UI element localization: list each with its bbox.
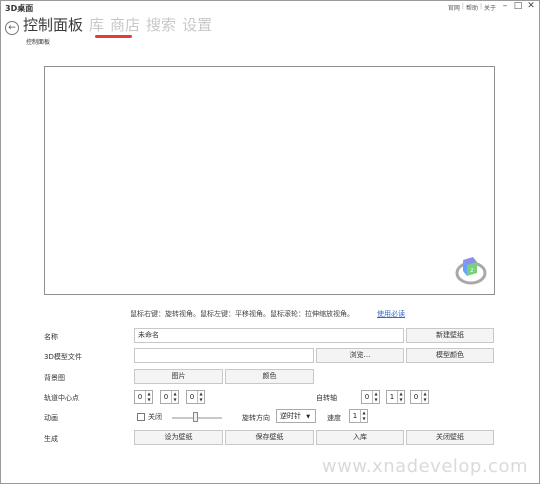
stepper-arrows-icon[interactable]: ▲ ▼ (171, 391, 178, 403)
tab-store[interactable]: 商店 (110, 14, 140, 35)
set-wallpaper-button[interactable]: 设为壁纸 (134, 430, 223, 445)
orbit-z-value: 0 (189, 393, 195, 401)
orbit-z-stepper[interactable]: 0 ▲ ▼ (186, 390, 205, 404)
close-wallpaper-button[interactable]: 关闭壁纸 (406, 430, 494, 445)
animation-off-label: 关闭 (148, 413, 162, 421)
tab-settings[interactable]: 设置 (182, 14, 212, 35)
separator: | (479, 3, 482, 10)
rotation-axis-label: 自转轴 (316, 394, 337, 402)
orbit-y-value: 0 (163, 393, 169, 401)
name-label: 名称 (44, 333, 58, 341)
rotation-direction-label: 旋转方向 (242, 414, 270, 422)
app-title: 3D桌面 (5, 4, 34, 13)
speed-value: 1 (352, 412, 358, 420)
browse-button[interactable]: 浏览... (316, 348, 404, 363)
stepper-arrows-icon[interactable]: ▲ ▼ (197, 391, 204, 403)
background-color-button[interactable]: 颜色 (225, 369, 314, 384)
stepper-arrows-icon[interactable]: ▲ ▼ (397, 391, 404, 403)
background-image-button[interactable]: 图片 (134, 369, 223, 384)
window-controls: – □ ✕ (500, 2, 536, 11)
animation-off-checkbox[interactable] (137, 413, 145, 421)
tab-control-panel[interactable]: 控制面板 (23, 14, 83, 35)
chevron-down-icon: ▼ (306, 414, 311, 420)
rotation-direction-select[interactable]: 逆时针 ▼ (276, 409, 316, 423)
minimize-icon[interactable]: – (500, 2, 510, 11)
axis-z-stepper[interactable]: 0 ▲ ▼ (410, 390, 429, 404)
3d-viewport[interactable] (44, 66, 495, 295)
add-to-library-button[interactable]: 入库 (316, 430, 404, 445)
tab-search[interactable]: 搜索 (146, 14, 176, 35)
tab-highlight-underline (95, 35, 132, 38)
axis-x-stepper[interactable]: 0 ▲ ▼ (361, 390, 380, 404)
close-icon[interactable]: ✕ (526, 2, 536, 11)
stepper-arrows-icon[interactable]: ▲ ▼ (372, 391, 379, 403)
maximize-icon[interactable]: □ (513, 2, 523, 11)
top-link-website[interactable]: 官网 (448, 3, 460, 12)
speed-stepper[interactable]: 1 ▲ ▼ (349, 409, 368, 423)
model-label: 3D模型文件 (44, 353, 82, 361)
axis-y-value: 1 (389, 393, 395, 401)
new-wallpaper-button[interactable]: 新建壁纸 (406, 328, 494, 343)
main-nav: 控制面板 库 商店 搜索 设置 (23, 14, 212, 35)
view-cube-icon[interactable]: z (455, 254, 491, 286)
orbit-x-value: 0 (137, 393, 143, 401)
model-file-input[interactable] (134, 348, 314, 363)
stepper-arrows-icon[interactable]: ▲ ▼ (360, 410, 367, 422)
orbit-x-stepper[interactable]: 0 ▲ ▼ (134, 390, 153, 404)
animation-slider-thumb[interactable] (193, 412, 198, 422)
rotation-direction-value: 逆时针 (280, 412, 301, 420)
axis-z-value: 0 (413, 393, 419, 401)
back-arrow-icon[interactable]: ← (5, 21, 19, 35)
orbit-center-label: 轨道中心点 (44, 394, 79, 402)
stepper-arrows-icon[interactable]: ▲ ▼ (145, 391, 152, 403)
top-link-help[interactable]: 帮助 (466, 3, 478, 12)
animation-label: 动画 (44, 414, 58, 422)
top-link-about[interactable]: 关于 (484, 3, 496, 12)
generate-label: 生成 (44, 435, 58, 443)
axis-y-stepper[interactable]: 1 ▲ ▼ (386, 390, 405, 404)
watermark: www.xnadevelop.com (321, 456, 528, 477)
save-wallpaper-button[interactable]: 保存壁纸 (225, 430, 314, 445)
axis-x-value: 0 (364, 393, 370, 401)
stepper-arrows-icon[interactable]: ▲ ▼ (421, 391, 428, 403)
model-color-button[interactable]: 模型颜色 (406, 348, 494, 363)
speed-label: 速度 (327, 414, 341, 422)
top-links: 官网 | 帮助 | 关于 (448, 3, 496, 12)
help-link[interactable]: 使用必读 (377, 309, 405, 319)
page-subtitle: 控制面板 (26, 39, 51, 46)
tab-library[interactable]: 库 (89, 14, 104, 35)
background-label: 背景图 (44, 374, 65, 382)
name-input[interactable]: 未命名 (134, 328, 404, 343)
viewport-hint: 鼠标右键：旋转视角。鼠标左键：平移视角。鼠标滚轮：拉伸缩放视角。 (130, 310, 354, 318)
orbit-y-stepper[interactable]: 0 ▲ ▼ (160, 390, 179, 404)
svg-text:z: z (470, 267, 473, 274)
separator: | (461, 3, 464, 10)
